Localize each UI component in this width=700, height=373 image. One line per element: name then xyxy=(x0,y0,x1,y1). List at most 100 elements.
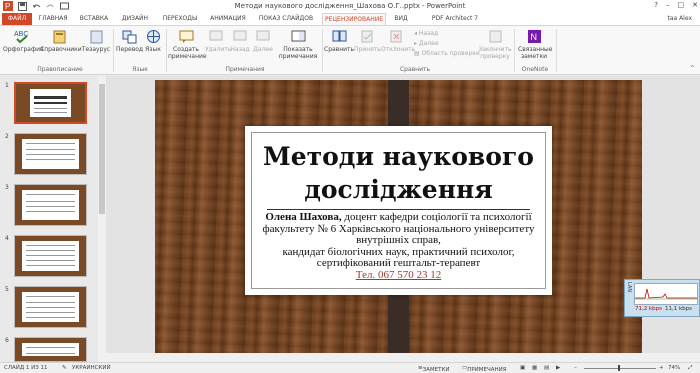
scrollbar-thumb[interactable] xyxy=(99,84,105,214)
collapse-ribbon-icon[interactable]: ^ xyxy=(690,64,695,74)
thumbnail-number: 6 xyxy=(5,337,9,344)
ribbon-tabs: ФАЙЛ ГЛАВНАЯ ВСТАВКА ДИЗАЙН ПЕРЕХОДЫ АНИ… xyxy=(0,13,700,34)
reject-button[interactable]: Отклонить xyxy=(381,28,415,53)
group-proofing-label: Правописание xyxy=(37,66,83,73)
reject-icon xyxy=(390,30,401,43)
show-comments-icon xyxy=(291,30,305,42)
window-title: Методи наукового дослідження_Шахова О.Г.… xyxy=(234,2,466,10)
normal-view-icon[interactable]: ▣ xyxy=(520,365,525,371)
end-review-icon xyxy=(489,30,501,43)
maximize-button[interactable]: □ xyxy=(678,1,685,9)
language-button[interactable]: Язык xyxy=(142,28,164,53)
reading-view-icon[interactable]: ▤ xyxy=(544,365,549,371)
thumbnail-preview xyxy=(30,89,71,117)
zoom-slider[interactable] xyxy=(584,368,656,369)
ribbon-separator xyxy=(556,29,557,72)
spelling-button[interactable]: ABC Орфография xyxy=(3,28,44,53)
linked-notes-button[interactable]: N Связанные заметки xyxy=(518,28,552,60)
minimize-button[interactable]: – xyxy=(666,1,670,9)
compare-button[interactable]: Сравнить xyxy=(324,28,354,53)
ribbon-separator xyxy=(166,29,167,72)
book-icon xyxy=(53,30,65,44)
previous-comment-icon xyxy=(233,30,246,41)
notes-toggle[interactable]: ≡ ЗАМЕТКИ xyxy=(418,365,450,373)
thumbnail-preview xyxy=(22,241,79,271)
comments-toggle[interactable]: ▭ ПРИМЕЧАНИЯ xyxy=(462,365,507,373)
slide-thumbnail[interactable] xyxy=(14,133,87,175)
title-card: Методи наукового дослідження Олена Шахов… xyxy=(245,126,552,295)
thesaurus-button[interactable]: Тезаурус xyxy=(80,28,112,53)
translate-button[interactable]: Перевод xyxy=(116,28,143,53)
group-language-label: Язык xyxy=(132,66,148,73)
slide-decor-strap xyxy=(388,293,409,354)
title-bar: P Методи наукового дослідження_Шахова О.… xyxy=(0,0,700,13)
group-onenote-label: OneNote xyxy=(521,66,549,73)
tab-transitions[interactable]: ПЕРЕХОДЫ xyxy=(160,13,200,25)
ribbon-separator xyxy=(322,29,323,72)
review-pane-button[interactable]: ▤ Область проверки xyxy=(414,49,480,59)
slide-sorter-icon[interactable]: ▦ xyxy=(532,365,537,371)
review-pane-icon: ▤ xyxy=(414,50,422,57)
next-change-button[interactable]: ▸ Далее xyxy=(414,39,439,49)
translate-icon xyxy=(122,30,136,44)
help-button[interactable]: ? xyxy=(654,1,658,9)
group-comments-label: Примечания xyxy=(225,66,265,73)
language-status[interactable]: УКРАИНСКИЙ xyxy=(72,365,111,371)
ribbon-review: ABC Орфография Справочники Тезаурус Прав… xyxy=(0,25,700,75)
slide-title[interactable]: Методи наукового дослідження xyxy=(255,140,542,206)
traffic-graph-icon xyxy=(635,288,697,300)
slide-thumbnail[interactable] xyxy=(14,286,87,328)
tab-insert[interactable]: ВСТАВКА xyxy=(77,13,111,25)
globe-icon xyxy=(146,30,160,43)
show-comments-button[interactable]: Показать примечания xyxy=(277,28,319,60)
slide-thumbnail[interactable] xyxy=(14,184,87,226)
tab-home[interactable]: ГЛАВНАЯ xyxy=(36,13,70,25)
zoom-level[interactable]: 74% xyxy=(668,365,680,371)
delete-comment-icon xyxy=(209,30,222,41)
tab-design[interactable]: ДИЗАЙН xyxy=(120,13,150,25)
slide-subtitle[interactable]: Олена Шахова, доцент кафедри соціології … xyxy=(257,211,540,281)
spellcheck-status-icon[interactable]: ✎ xyxy=(62,365,67,371)
tab-slideshow[interactable]: ПОКАЗ СЛАЙДОВ xyxy=(257,13,315,25)
thumbnail-preview xyxy=(22,343,79,356)
slide-canvas[interactable]: Методи наукового дослідження Олена Шахов… xyxy=(155,80,642,354)
slide-counter: СЛАЙД 1 ИЗ 11 xyxy=(4,365,48,371)
title-divider xyxy=(267,209,530,210)
compare-icon xyxy=(332,30,346,42)
slideshow-view-icon[interactable]: ▶ xyxy=(556,365,560,371)
upload-rate: 11,1 kbps xyxy=(665,306,693,312)
next-comment-button[interactable]: Далее xyxy=(252,28,274,53)
thumbnail-preview xyxy=(22,139,79,169)
network-monitor-widget: LAN 71,2 kbps 11,1 kbps xyxy=(624,279,700,317)
editor-scrollbar[interactable] xyxy=(106,353,700,362)
slide-decor-strap xyxy=(388,80,409,128)
tab-animation[interactable]: АНИМАЦИЯ xyxy=(206,13,250,25)
accept-button[interactable]: Принять xyxy=(354,28,381,53)
zoom-in-icon[interactable]: + xyxy=(659,365,664,371)
previous-comment-button[interactable]: Назад xyxy=(229,28,251,53)
slide-thumbnail[interactable] xyxy=(14,235,87,277)
zoom-slider-thumb[interactable] xyxy=(618,365,620,371)
research-button[interactable]: Справочники xyxy=(40,28,82,53)
close-button[interactable]: ✕ xyxy=(692,1,698,9)
delete-comment-button[interactable]: Удалить xyxy=(205,28,231,53)
thesaurus-icon xyxy=(90,30,102,44)
thumbnails-scrollbar[interactable] xyxy=(98,76,106,362)
tab-view[interactable]: ВИД xyxy=(392,13,410,25)
author-name: Олена Шахова, xyxy=(265,211,342,223)
previous-change-button[interactable]: ◂ Назад xyxy=(414,29,438,39)
user-account[interactable]: taa Alex xyxy=(667,13,692,25)
zoom-out-icon[interactable]: – xyxy=(574,365,577,371)
author-phone: Тел. 067 570 23 12 xyxy=(355,268,442,281)
tab-pdf-architect[interactable]: PDF Architect 7 Creator xyxy=(420,13,490,34)
new-comment-button[interactable]: Создать примечание xyxy=(168,28,207,60)
tab-review[interactable]: РЕЦЕНЗИРОВАНИЕ xyxy=(322,13,386,25)
thumbnail-preview xyxy=(22,292,79,322)
slide-thumbnail[interactable] xyxy=(14,337,87,362)
end-review-button[interactable]: Закончить проверку xyxy=(478,28,512,60)
slide-thumbnail[interactable] xyxy=(14,82,87,124)
tab-file[interactable]: ФАЙЛ xyxy=(2,13,32,25)
fit-slide-icon[interactable]: ⤢ xyxy=(688,365,692,372)
thumbnail-number: 3 xyxy=(5,184,9,191)
thumbnail-number: 1 xyxy=(5,82,9,89)
